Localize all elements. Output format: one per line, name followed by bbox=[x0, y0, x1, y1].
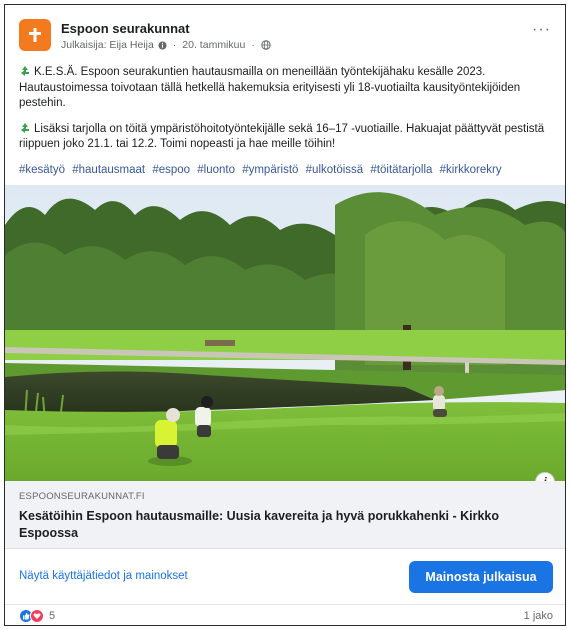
post-date[interactable]: 20. tammikuu bbox=[182, 39, 245, 51]
recycle-icon bbox=[21, 122, 29, 133]
promote-post-button[interactable]: Mainosta julkaisua bbox=[409, 561, 553, 593]
cemetery-landscape-image bbox=[5, 185, 565, 481]
link-preview[interactable]: ESPOONSEURAKUNNAT.FI Kesätöihin Espoon h… bbox=[5, 481, 565, 549]
post-text: K.E.S.Ä. Espoon seurakuntien hautausmail… bbox=[19, 65, 553, 178]
insights-and-ads-link[interactable]: Näytä käyttäjätiedot ja mainokset bbox=[19, 570, 188, 582]
hashtag-link[interactable]: #kirkkorekry bbox=[440, 164, 502, 176]
share-count[interactable]: 1 jako bbox=[524, 610, 553, 622]
page-name[interactable]: Espoon seurakunnat bbox=[61, 21, 190, 36]
post-card: Espoon seurakunnat Julkaisija: Eija Heij… bbox=[4, 4, 566, 626]
post-paragraph: Lisäksi tarjolla on töitä ympäristöhoito… bbox=[19, 122, 553, 153]
hashtag-link[interactable]: #kesätyö bbox=[19, 164, 65, 176]
post-photo[interactable]: i bbox=[5, 185, 565, 481]
published-by: Julkaisija: Eija Heija bbox=[61, 39, 154, 51]
cross-logo-icon bbox=[29, 28, 41, 42]
page-avatar[interactable] bbox=[19, 19, 51, 51]
separator: · bbox=[251, 39, 255, 51]
love-icon bbox=[30, 609, 44, 623]
hashtag-link[interactable]: #espoo bbox=[152, 164, 190, 176]
hashtag-link[interactable]: #hautausmaat bbox=[72, 164, 145, 176]
separator: · bbox=[172, 39, 177, 51]
post-meta: Julkaisija: Eija Heija · 20. tammikuu · bbox=[61, 39, 271, 51]
reaction-summary[interactable]: 5 bbox=[19, 609, 55, 623]
info-dot-icon bbox=[158, 40, 167, 50]
more-options-button[interactable]: ··· bbox=[532, 21, 551, 39]
post-actions: Näytä käyttäjätiedot ja mainokset Mainos… bbox=[5, 549, 565, 605]
hashtag-list: #kesätyö #hautausmaat #espoo #luonto #ym… bbox=[19, 163, 553, 179]
hashtag-link[interactable]: #ympäristö bbox=[242, 164, 298, 176]
link-domain: ESPOONSEURAKUNNAT.FI bbox=[19, 491, 145, 502]
paragraph-1: K.E.S.Ä. Espoon seurakuntien hautausmail… bbox=[19, 66, 521, 109]
hashtag-link[interactable]: #ulkotöissä bbox=[306, 164, 364, 176]
reaction-count: 5 bbox=[49, 610, 56, 622]
post-footer: 5 1 jako bbox=[5, 605, 565, 625]
recycle-icon bbox=[21, 66, 29, 76]
link-title: Kesätöihin Espoon hautausmaille: Uusia k… bbox=[19, 509, 500, 540]
paragraph-2: Lisäksi tarjolla on töitä ympäristöhoito… bbox=[19, 122, 545, 151]
hashtag-link[interactable]: #luonto bbox=[197, 164, 235, 176]
post-header: Espoon seurakunnat Julkaisija: Eija Heij… bbox=[5, 5, 565, 61]
globe-icon bbox=[261, 40, 271, 50]
post-paragraph: K.E.S.Ä. Espoon seurakuntien hautausmail… bbox=[19, 65, 553, 112]
hashtag-link[interactable]: #töitätarjolla bbox=[370, 164, 432, 176]
